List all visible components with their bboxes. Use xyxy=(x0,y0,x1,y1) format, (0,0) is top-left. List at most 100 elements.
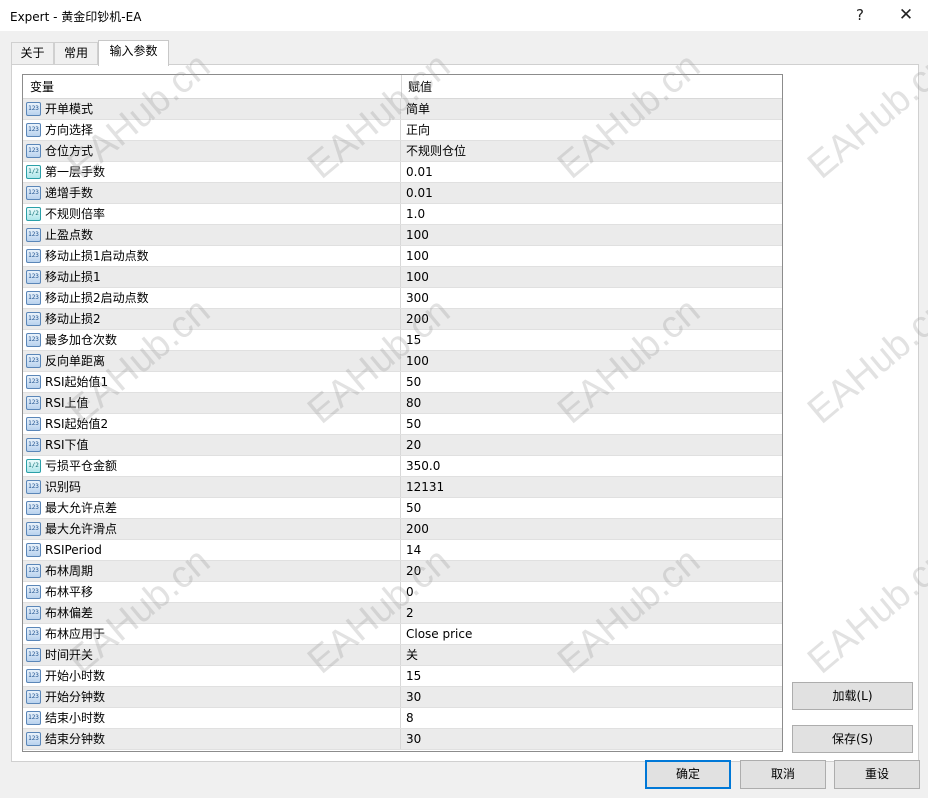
parameter-value[interactable]: 12131 xyxy=(406,477,444,497)
column-header-variable[interactable]: 变量 xyxy=(23,75,54,98)
parameter-name-cell: 123 RSI起始值1 xyxy=(23,372,401,392)
parameter-name-cell: 123 开始分钟数 xyxy=(23,687,401,707)
parameter-value[interactable]: 200 xyxy=(406,309,429,329)
parameter-name: 布林平移 xyxy=(45,585,94,599)
parameter-name-cell: 123 最大允许点差 xyxy=(23,498,401,518)
parameter-name: 布林应用于 xyxy=(45,627,106,641)
table-row[interactable]: 123 移动止损2启动点数 300 xyxy=(23,288,782,309)
table-row[interactable]: 123 止盈点数 100 xyxy=(23,225,782,246)
help-icon[interactable]: ? xyxy=(845,4,875,26)
parameter-value[interactable]: 1.0 xyxy=(406,204,425,224)
parameter-name-cell: 123 递增手数 xyxy=(23,183,401,203)
parameter-value[interactable]: 15 xyxy=(406,666,421,686)
parameter-name-cell: 123 识别码 xyxy=(23,477,401,497)
parameter-value[interactable]: Close price xyxy=(406,624,472,644)
table-row[interactable]: 123 移动止损1 100 xyxy=(23,267,782,288)
table-row[interactable]: 123 方向选择 正向 xyxy=(23,120,782,141)
table-row[interactable]: 123 布林周期 20 xyxy=(23,561,782,582)
table-row[interactable]: 123 最大允许点差 50 xyxy=(23,498,782,519)
tab-inputs[interactable]: 输入参数 xyxy=(98,40,169,66)
parameter-name-cell: 123 移动止损1 xyxy=(23,267,401,287)
parameter-value[interactable]: 0.01 xyxy=(406,162,433,182)
int-icon: 123 xyxy=(26,711,41,725)
double-icon: 1/2 xyxy=(26,165,41,179)
table-row[interactable]: 123 反向单距离 100 xyxy=(23,351,782,372)
table-row[interactable]: 123 RSI起始值2 50 xyxy=(23,414,782,435)
parameter-name-cell: 123 RSIPeriod xyxy=(23,540,401,560)
parameter-value[interactable]: 20 xyxy=(406,561,421,581)
int-icon: 123 xyxy=(26,627,41,641)
table-row[interactable]: 1/2 第一层手数 0.01 xyxy=(23,162,782,183)
int-icon: 123 xyxy=(26,249,41,263)
table-row[interactable]: 123 仓位方式 不规则仓位 xyxy=(23,141,782,162)
table-row[interactable]: 123 布林应用于 Close price xyxy=(23,624,782,645)
parameter-name-cell: 123 开始小时数 xyxy=(23,666,401,686)
parameter-name: 结束分钟数 xyxy=(45,732,106,746)
title-bar: Expert - 黄金印钞机-EA ? ✕ xyxy=(0,0,928,31)
parameter-value[interactable]: 80 xyxy=(406,393,421,413)
parameter-name: 移动止损2 xyxy=(45,312,101,326)
parameter-value[interactable]: 简单 xyxy=(406,99,430,119)
parameter-value[interactable]: 关 xyxy=(406,645,418,665)
parameter-value[interactable]: 30 xyxy=(406,687,421,707)
table-row[interactable]: 123 RSI上值 80 xyxy=(23,393,782,414)
parameter-value[interactable]: 200 xyxy=(406,519,429,539)
table-row[interactable]: 123 开始分钟数 30 xyxy=(23,687,782,708)
parameter-value[interactable]: 30 xyxy=(406,729,421,749)
parameter-name-cell: 1/2 不规则倍率 xyxy=(23,204,401,224)
parameter-name-cell: 123 开单模式 xyxy=(23,99,401,119)
table-row[interactable]: 123 开单模式 简单 xyxy=(23,99,782,120)
table-row[interactable]: 123 结束小时数 8 xyxy=(23,708,782,729)
table-row[interactable]: 123 开始小时数 15 xyxy=(23,666,782,687)
table-row[interactable]: 123 最多加仓次数 15 xyxy=(23,330,782,351)
table-row[interactable]: 123 布林偏差 2 xyxy=(23,603,782,624)
cancel-button[interactable]: 取消 xyxy=(740,760,826,789)
parameter-value[interactable]: 300 xyxy=(406,288,429,308)
table-row[interactable]: 123 移动止损1启动点数 100 xyxy=(23,246,782,267)
table-row[interactable]: 123 结束分钟数 30 xyxy=(23,729,782,750)
parameter-name: 移动止损1启动点数 xyxy=(45,249,149,263)
grid-rows: 123 开单模式 简单 123 方向选择 正向 123 仓位方式 不规则仓位 1/2 第一层手数 0.… xyxy=(23,99,782,750)
parameter-value[interactable]: 50 xyxy=(406,498,421,518)
parameter-name: 布林偏差 xyxy=(45,606,94,620)
parameter-value[interactable]: 100 xyxy=(406,351,429,371)
parameter-value[interactable]: 100 xyxy=(406,246,429,266)
parameter-value[interactable]: 不规则仓位 xyxy=(406,141,466,161)
table-row[interactable]: 1/2 亏损平仓金额 350.0 xyxy=(23,456,782,477)
save-button[interactable]: 保存(S) xyxy=(792,725,913,753)
table-row[interactable]: 123 最大允许滑点 200 xyxy=(23,519,782,540)
table-row[interactable]: 123 移动止损2 200 xyxy=(23,309,782,330)
parameter-value[interactable]: 50 xyxy=(406,414,421,434)
close-icon[interactable]: ✕ xyxy=(891,4,921,26)
tab-common[interactable]: 常用 xyxy=(54,42,98,65)
table-row[interactable]: 123 识别码 12131 xyxy=(23,477,782,498)
parameter-value[interactable]: 8 xyxy=(406,708,414,728)
reset-button[interactable]: 重设 xyxy=(834,760,920,789)
tab-about[interactable]: 关于 xyxy=(11,42,54,65)
parameters-grid[interactable]: 变量 赋值 123 开单模式 简单 123 方向选择 正向 123 仓位方式 不规则仓位 1/2 第… xyxy=(22,74,783,752)
ok-button[interactable]: 确定 xyxy=(645,760,731,789)
table-row[interactable]: 123 布林平移 0 xyxy=(23,582,782,603)
parameter-name: RSIPeriod xyxy=(45,543,102,557)
table-row[interactable]: 123 递增手数 0.01 xyxy=(23,183,782,204)
parameter-name: 结束小时数 xyxy=(45,711,106,725)
parameter-value[interactable]: 15 xyxy=(406,330,421,350)
parameter-value[interactable]: 14 xyxy=(406,540,421,560)
parameter-value[interactable]: 50 xyxy=(406,372,421,392)
table-row[interactable]: 123 时间开关 关 xyxy=(23,645,782,666)
parameter-value[interactable]: 正向 xyxy=(406,120,430,140)
parameter-value[interactable]: 0.01 xyxy=(406,183,433,203)
parameter-name-cell: 123 布林应用于 xyxy=(23,624,401,644)
table-row[interactable]: 123 RSI起始值1 50 xyxy=(23,372,782,393)
load-button[interactable]: 加载(L) xyxy=(792,682,913,710)
parameter-value[interactable]: 20 xyxy=(406,435,421,455)
parameter-value[interactable]: 0 xyxy=(406,582,414,602)
table-row[interactable]: 123 RSI下值 20 xyxy=(23,435,782,456)
parameter-value[interactable]: 350.0 xyxy=(406,456,440,476)
table-row[interactable]: 123 RSIPeriod 14 xyxy=(23,540,782,561)
table-row[interactable]: 1/2 不规则倍率 1.0 xyxy=(23,204,782,225)
parameter-value[interactable]: 100 xyxy=(406,225,429,245)
parameter-value[interactable]: 2 xyxy=(406,603,414,623)
parameter-value[interactable]: 100 xyxy=(406,267,429,287)
column-header-value[interactable]: 赋值 xyxy=(401,75,432,98)
